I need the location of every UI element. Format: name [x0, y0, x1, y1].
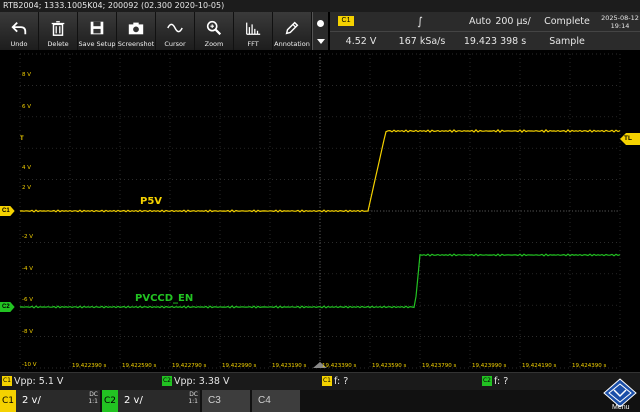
trigger-level[interactable]: 4.52 V: [334, 36, 388, 47]
measurement-channel-tag: C1: [2, 376, 12, 386]
instrument-title: RTB2004; 1333.1005K04; 200092 (02.300 20…: [0, 0, 640, 12]
time-label: 19,422390 s: [72, 363, 107, 369]
time-label: 19,424190 s: [522, 363, 557, 369]
time-label: 19,423790 s: [422, 363, 457, 369]
measurement-value: f: ?: [494, 376, 509, 387]
record-dot-icon[interactable]: [317, 20, 324, 27]
measurement-value: Vpp: 5.1 V: [14, 376, 64, 387]
undo-button[interactable]: Undo: [0, 12, 39, 50]
time-label: 19,422990 s: [222, 363, 257, 369]
y-label: -8 V: [22, 329, 33, 335]
ch1-trace-label[interactable]: P5V: [140, 196, 162, 207]
y-label: 8 V: [22, 72, 32, 78]
measurement-value: Vpp: 3.38 V: [174, 376, 230, 387]
acquisition-mode[interactable]: Sample: [534, 36, 600, 47]
fft-icon: [246, 22, 261, 35]
measurement-channel-tag: C1: [322, 376, 332, 386]
y-label: 4 V: [22, 165, 32, 171]
trigger-source-badge[interactable]: C1: [338, 16, 354, 26]
channel-c2-scale: 2 v/: [124, 395, 143, 406]
time-label: 19,423190 s: [272, 363, 307, 369]
channel-c4-button[interactable]: C4: [252, 390, 300, 412]
measurement-bar: C1 Vpp: 5.1 V C2 Vpp: 3.38 V C1 f: ? C2 f: ?: [0, 372, 640, 390]
channel-c2-tag: C2: [102, 390, 118, 412]
zoom-button[interactable]: Zoom: [195, 12, 234, 50]
undo-icon: [11, 21, 27, 35]
channel-c3-button[interactable]: C3: [202, 390, 250, 412]
measurement-ch1-vpp[interactable]: C1 Vpp: 5.1 V: [2, 376, 63, 387]
time-label: 19,423390 s: [322, 363, 357, 369]
measurement-ch2-freq[interactable]: C2 f: ?: [482, 376, 508, 387]
y-label: 6 V: [22, 104, 32, 110]
time-label: 19,424390 s: [572, 363, 607, 369]
screenshot-label: Screenshot: [117, 40, 155, 48]
channel-c1-setting[interactable]: C1 2 v/ DC 1:1: [0, 390, 100, 412]
time-label: 19,423990 s: [472, 363, 507, 369]
y-label: -6 V: [22, 297, 33, 303]
channel-c1-tag: C1: [0, 390, 16, 412]
y-label: -10 V: [22, 362, 37, 368]
sample-rate[interactable]: 167 kSa/s: [394, 36, 450, 47]
pen-icon: [285, 21, 299, 35]
trash-icon: [51, 21, 65, 36]
trigger-level-marker[interactable]: T: [18, 134, 26, 144]
menu-button[interactable]: Menu: [600, 378, 640, 412]
time-label: 19,422590 s: [122, 363, 157, 369]
measurement-value: f: ?: [334, 376, 349, 387]
zoom-label: Zoom: [204, 40, 224, 48]
cursor-button[interactable]: Cursor: [156, 12, 195, 50]
ch2-trace-label[interactable]: PVCCD_EN: [135, 293, 193, 304]
y-label: 2 V: [22, 185, 32, 191]
fft-button[interactable]: FFT: [234, 12, 273, 50]
zoom-icon: [206, 20, 222, 36]
fft-label: FFT: [247, 40, 259, 48]
measurement-ch2-vpp[interactable]: C2 Vpp: 3.38 V: [162, 376, 229, 387]
acquisition-info-panel: C1 4.52 V ∫ 167 kSa/s Auto 19.423 398 s …: [330, 12, 640, 50]
waveform-display[interactable]: [0, 50, 640, 370]
annotation-label: Annotation: [274, 40, 310, 48]
time-label: 19,423590 s: [372, 363, 407, 369]
time-label: 19,422790 s: [172, 363, 207, 369]
save-setup-button[interactable]: Save Setup: [78, 12, 117, 50]
info-divider: [330, 31, 640, 32]
channel-c1-scale: 2 v/: [22, 395, 41, 406]
channel-bar: C1 2 v/ DC 1:1 C2 2 v/ DC 1:1 C3 C4: [0, 390, 640, 412]
channel-c2-setting[interactable]: C2 2 v/ DC 1:1: [102, 390, 200, 412]
trigger-slope[interactable]: ∫: [400, 15, 440, 28]
y-label: -2 V: [22, 234, 33, 240]
y-label: -4 V: [22, 266, 33, 272]
measurement-channel-tag: C2: [482, 376, 492, 386]
time-display: 19:14: [610, 22, 630, 30]
delete-label: Delete: [47, 40, 69, 48]
camera-icon: [128, 22, 144, 35]
toolbar: Undo Delete Save Setup Screenshot Cursor…: [0, 12, 312, 50]
expand-down-icon[interactable]: [317, 39, 325, 44]
annotation-button[interactable]: Annotation: [273, 12, 312, 50]
save-icon: [90, 21, 104, 35]
measurement-channel-tag: C2: [162, 376, 172, 386]
date-display: 2025-08-12: [601, 14, 639, 22]
channel-c2-coupling: DC 1:1: [188, 391, 198, 405]
measurement-ch1-freq[interactable]: C1 f: ?: [322, 376, 348, 387]
delete-button[interactable]: Delete: [39, 12, 78, 50]
save-setup-label: Save Setup: [78, 40, 116, 48]
toolbar-side-controls: [312, 12, 328, 50]
undo-label: Undo: [10, 40, 28, 48]
acquisition-status[interactable]: Complete: [534, 16, 600, 27]
time-position[interactable]: 19.423 398 s: [452, 36, 538, 47]
cursor-label: Cursor: [164, 40, 186, 48]
cursor-wave-icon: [167, 23, 183, 33]
menu-label: Menu: [612, 404, 630, 411]
channel-c1-coupling: DC 1:1: [88, 391, 98, 405]
screenshot-button[interactable]: Screenshot: [117, 12, 156, 50]
